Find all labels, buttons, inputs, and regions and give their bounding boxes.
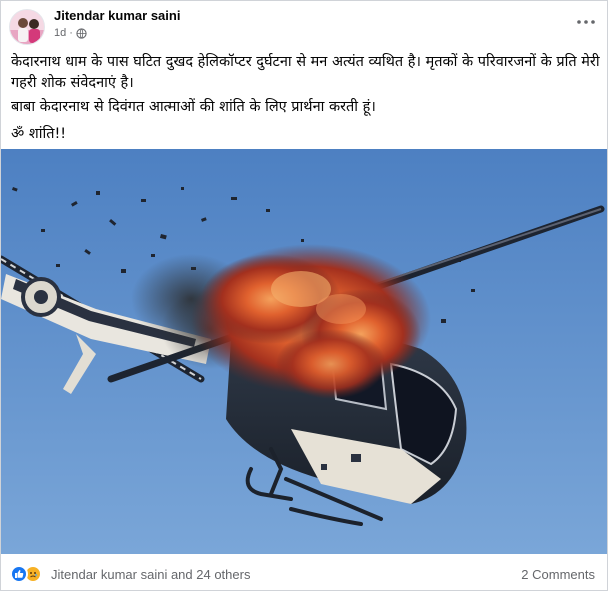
post-footer: Jitendar kumar saini and 24 others 2 Com… — [1, 554, 607, 591]
post-header: Jitendar kumar saini 1d · — [1, 1, 607, 47]
avatar-photo — [10, 10, 44, 44]
reactors-text[interactable]: Jitendar kumar saini and 24 others — [51, 567, 250, 582]
facebook-post: Jitendar kumar saini 1d · केदारनाथ धाम क… — [0, 0, 608, 591]
globe-icon[interactable] — [76, 27, 87, 39]
author-name[interactable]: Jitendar kumar saini — [54, 8, 180, 23]
helicopter-explosion-photo[interactable] — [1, 149, 607, 554]
comments-count[interactable]: 2 Comments — [521, 567, 595, 582]
more-icon[interactable] — [573, 13, 599, 31]
post-time[interactable]: 1d — [54, 27, 66, 39]
post-text: केदारनाथ धाम के पास घटित दुखद हेलिकॉप्टर… — [11, 52, 601, 145]
post-meta: 1d · — [54, 27, 87, 39]
post-text-line: बाबा केदारनाथ से दिवंगत आत्माओं की शांति… — [11, 99, 376, 115]
reaction-icons[interactable] — [10, 565, 42, 583]
author-avatar[interactable] — [9, 9, 45, 45]
post-text-line: केदारनाथ धाम के पास घटित दुखद हेलिकॉप्टर… — [11, 54, 600, 70]
post-text-line: गहरी शोक संवेदनाएं है। — [11, 75, 134, 91]
post-text-line: ॐ शांति!! — [11, 126, 67, 142]
meta-separator: · — [69, 27, 73, 39]
like-reaction-icon — [10, 565, 28, 583]
